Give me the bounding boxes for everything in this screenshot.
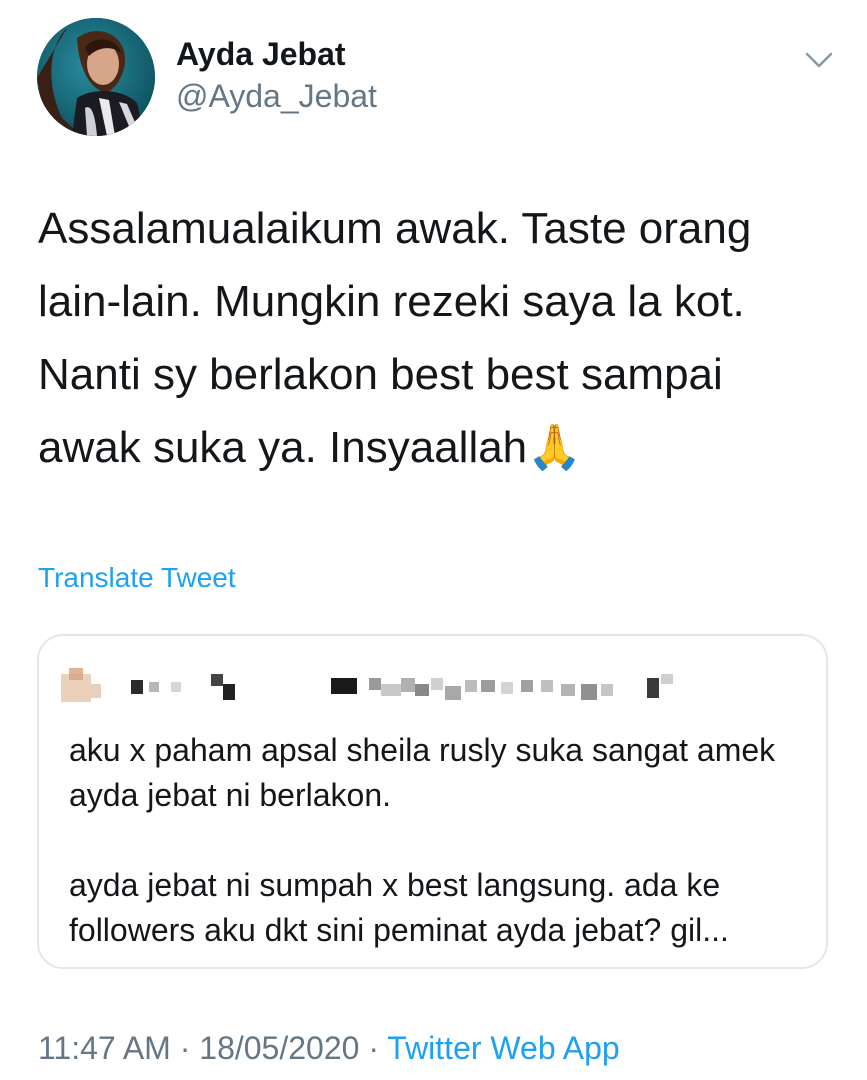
avatar-image	[37, 18, 155, 136]
meta-separator: ·	[170, 1030, 200, 1066]
pixelated-redaction	[61, 668, 673, 702]
quoted-tweet-author-redacted	[61, 666, 701, 716]
author-display-name[interactable]: Ayda Jebat	[176, 36, 346, 73]
avatar[interactable]	[37, 18, 155, 136]
chevron-down-icon[interactable]	[804, 48, 834, 72]
quoted-tweet-paragraph: aku x paham apsal sheila rusly suka sang…	[69, 732, 776, 813]
tweet-source-link[interactable]: Twitter Web App	[387, 1030, 619, 1066]
tweet-detail: Ayda Jebat @Ayda_Jebat Assalamualaikum a…	[0, 0, 867, 1080]
translate-tweet-link[interactable]: Translate Tweet	[38, 562, 236, 594]
meta-separator: ·	[359, 1030, 388, 1066]
tweet-text: Assalamualaikum awak. Taste orang lain-l…	[38, 204, 752, 472]
quoted-tweet-card[interactable]: aku x paham apsal sheila rusly suka sang…	[37, 634, 828, 969]
quoted-tweet-text: aku x paham apsal sheila rusly suka sang…	[69, 728, 809, 953]
tweet-date[interactable]: 18/05/2020	[199, 1030, 359, 1066]
tweet-metadata: 11:47 AM · 18/05/2020 · Twitter Web App	[38, 1030, 620, 1067]
quoted-tweet-paragraph: ayda jebat ni sumpah x best langsung. ad…	[69, 867, 729, 948]
author-handle[interactable]: @Ayda_Jebat	[176, 78, 377, 115]
tweet-time[interactable]: 11:47 AM	[38, 1030, 171, 1066]
